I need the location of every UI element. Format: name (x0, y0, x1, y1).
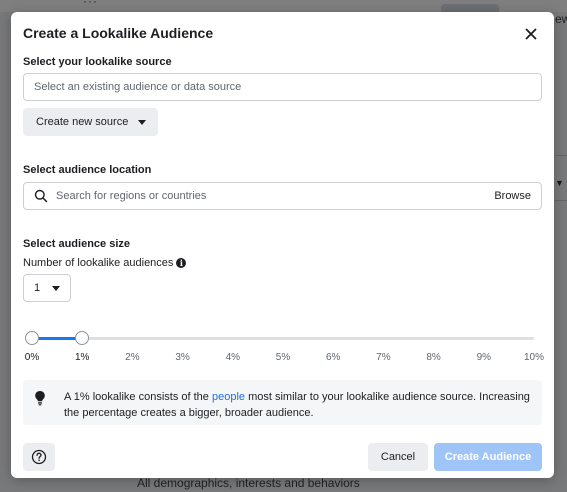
note-text-prefix: A 1% lookalike consists of the (64, 391, 212, 403)
slider-tick-label: 3% (175, 352, 190, 363)
source-input[interactable]: Select an existing audience or data sour… (23, 73, 542, 101)
location-input-placeholder: Search for regions or countries (56, 190, 207, 202)
slider-tick-label: 1% (74, 352, 90, 363)
cancel-button[interactable]: Cancel (368, 443, 428, 471)
close-icon (525, 28, 537, 40)
slider-tick-label: 2% (125, 352, 140, 363)
browse-button[interactable]: Browse (494, 190, 541, 202)
source-input-placeholder: Select an existing audience or data sour… (34, 81, 242, 93)
chevron-down-icon (138, 119, 147, 125)
audience-count-select[interactable]: 1 (23, 274, 71, 302)
audience-size-slider-track[interactable] (32, 337, 534, 340)
lightbulb-icon (35, 391, 45, 406)
create-audience-button[interactable]: Create Audience (434, 443, 542, 471)
slider-tick-label: 9% (476, 352, 492, 363)
audience-count-label: Number of lookalike audiences i (23, 257, 187, 269)
info-icon[interactable]: i (176, 258, 187, 269)
slider-tick-label: 6% (325, 352, 341, 363)
audience-count-value: 1 (34, 282, 41, 294)
slider-tick-label: 10% (523, 352, 545, 363)
help-button[interactable] (23, 443, 55, 471)
search-icon (34, 189, 48, 203)
size-section-label: Select audience size (23, 238, 130, 250)
slider-tick-label: 7% (376, 352, 391, 363)
source-section-label: Select your lookalike source (23, 56, 172, 68)
slider-handle-min[interactable] (25, 331, 39, 345)
create-new-source-label: Create new source (36, 116, 129, 128)
slider-handle-max[interactable] (75, 331, 90, 345)
question-icon (31, 449, 47, 465)
location-search-input[interactable]: Search for regions or countries Browse (23, 182, 542, 210)
create-new-source-button[interactable]: Create new source (23, 108, 158, 136)
lookalike-info-note: A 1% lookalike consists of the people mo… (23, 380, 542, 425)
slider-tick-label: 8% (426, 352, 441, 363)
slider-tick-label: 4% (225, 352, 241, 363)
location-section-label: Select audience location (23, 164, 152, 176)
dialog-title: Create a Lookalike Audience (23, 25, 214, 41)
chevron-down-icon (52, 285, 60, 291)
lookalike-audience-dialog: Create a Lookalike Audience Select your … (11, 12, 554, 478)
people-link[interactable]: people (212, 391, 245, 403)
close-button[interactable] (520, 23, 542, 45)
slider-tick-label: 0% (24, 352, 40, 363)
slider-tick-label: 5% (275, 352, 291, 363)
audience-count-label-text: Number of lookalike audiences (23, 257, 174, 269)
